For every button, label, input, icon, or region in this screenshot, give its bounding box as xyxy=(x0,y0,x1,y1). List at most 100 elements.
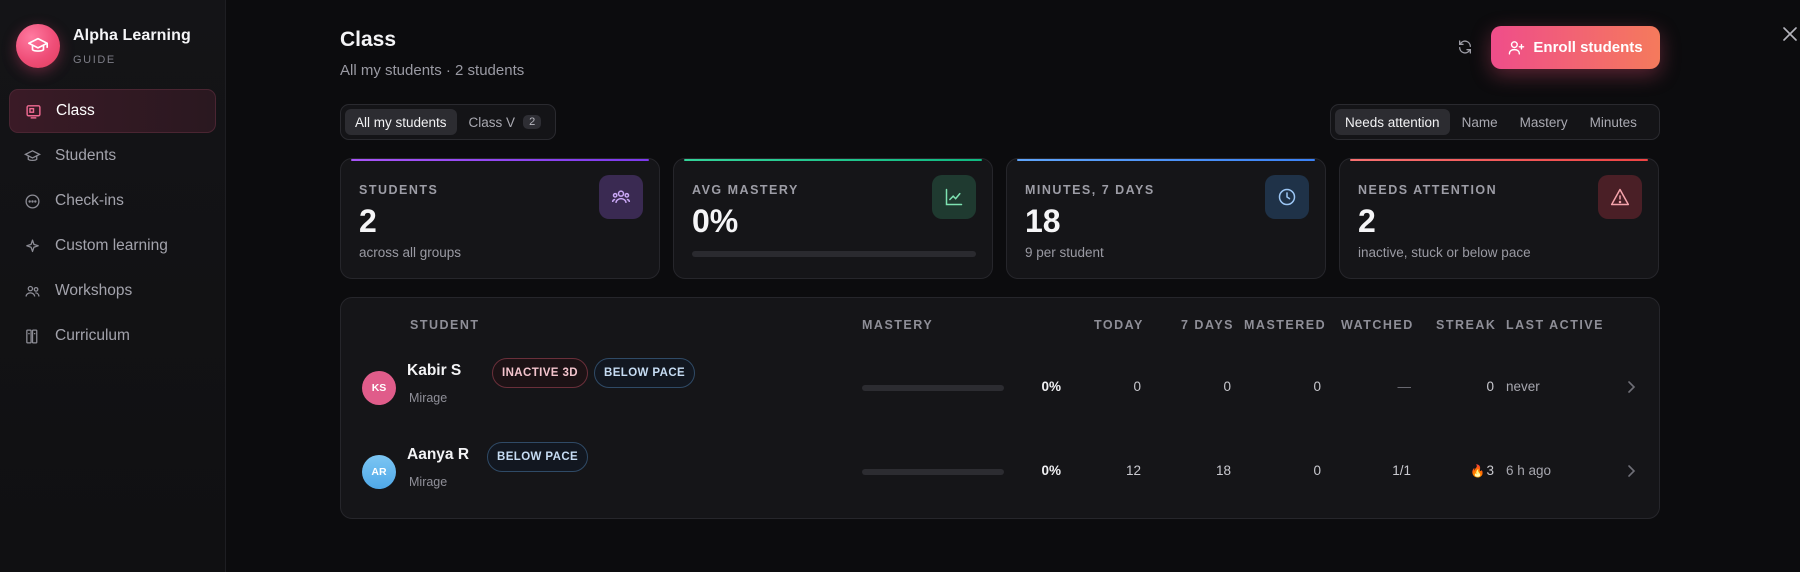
class-icon xyxy=(24,102,42,120)
stat-card-needs-attention: NEEDS ATTENTION 2 inactive, stuck or bel… xyxy=(1339,158,1659,279)
column-header-mastered[interactable]: MASTERED xyxy=(1244,318,1326,332)
mastery-bar xyxy=(862,385,1004,391)
status-badge-below-pace: BELOW PACE xyxy=(487,442,589,472)
tab-label: Class V xyxy=(468,114,516,130)
column-header-streak[interactable]: STREAK xyxy=(1436,318,1496,332)
last-active-value: never xyxy=(1506,379,1540,394)
sort-minutes[interactable]: Minutes xyxy=(1580,109,1647,135)
card-label: MINUTES, 7 DAYS xyxy=(1025,183,1155,197)
sidebar-item-custom-learning[interactable]: Custom learning xyxy=(9,224,216,268)
mastery-bar xyxy=(862,469,1004,475)
graduation-cap-icon xyxy=(23,147,41,165)
card-accent xyxy=(1350,159,1648,161)
card-value: 18 xyxy=(1025,203,1061,239)
card-value: 2 xyxy=(359,203,377,239)
watched-value: — xyxy=(1397,379,1412,394)
mastery-value: 0% xyxy=(1041,379,1061,394)
card-accent xyxy=(351,159,649,161)
table-row[interactable]: AR Aanya R Mirage BELOW PACE 0% 12 18 0 … xyxy=(341,428,1659,512)
today-value: 0 xyxy=(1133,379,1141,394)
enroll-students-button[interactable]: Enroll students xyxy=(1491,26,1660,69)
card-accent xyxy=(684,159,982,161)
page-title: Class xyxy=(340,28,397,51)
chevron-right-icon xyxy=(1628,381,1636,393)
sidebar-item-students[interactable]: Students xyxy=(9,134,216,178)
brand-subtitle: GUIDE xyxy=(73,53,116,66)
table-row[interactable]: KS Kabir S Mirage INACTIVE 3D BELOW PACE… xyxy=(341,344,1659,428)
brand-name: Alpha Learning xyxy=(73,26,191,44)
streak-value: 0 xyxy=(1486,379,1494,394)
last-active-value: 6 h ago xyxy=(1506,463,1552,478)
sidebar-item-class[interactable]: Class xyxy=(9,89,216,133)
watched-value: 1/1 xyxy=(1392,463,1411,478)
sort-filter: Needs attention Name Mastery Minutes xyxy=(1330,104,1660,140)
stat-card-avg-mastery: AVG MASTERY 0% xyxy=(673,158,993,279)
mastered-value: 0 xyxy=(1313,463,1321,478)
chat-bubble-icon xyxy=(23,192,41,210)
flame-icon: 🔥 xyxy=(1470,464,1485,478)
warning-icon xyxy=(1598,175,1642,219)
column-header-watched[interactable]: WATCHED xyxy=(1341,318,1414,332)
app-root: Alpha Learning GUIDE Class Students Chec… xyxy=(0,0,1800,572)
stat-card-students: STUDENTS 2 across all groups xyxy=(340,158,660,279)
tab-label: All my students xyxy=(355,114,447,130)
card-label: NEEDS ATTENTION xyxy=(1358,183,1498,197)
sidebar-item-label: Curriculum xyxy=(55,327,130,344)
people-icon xyxy=(23,282,41,300)
7-days-value: 18 xyxy=(1215,463,1231,478)
student-name: Aanya R xyxy=(407,446,470,463)
trend-chart-icon xyxy=(932,175,976,219)
avatar: KS xyxy=(362,371,396,405)
card-note: inactive, stuck or below pace xyxy=(1358,245,1531,260)
main-content: Class All my students · 2 students Enrol… xyxy=(226,0,1800,572)
close-icon xyxy=(1783,27,1797,41)
refresh-button[interactable] xyxy=(1454,36,1476,58)
card-accent xyxy=(1017,159,1315,161)
column-header-7-days[interactable]: 7 DAYS xyxy=(1181,318,1234,332)
tab-class-v[interactable]: Class V 2 xyxy=(459,109,552,135)
page-subtitle: All my students · 2 students xyxy=(340,62,525,79)
student-group: Mirage xyxy=(409,391,448,405)
stat-card-minutes: MINUTES, 7 DAYS 18 9 per student xyxy=(1006,158,1326,279)
sidebar-item-check-ins[interactable]: Check-ins xyxy=(9,179,216,223)
sidebar: Alpha Learning GUIDE Class Students Chec… xyxy=(0,0,226,572)
mastered-value: 0 xyxy=(1313,379,1321,394)
close-button[interactable] xyxy=(1780,24,1800,44)
today-value: 12 xyxy=(1125,463,1141,478)
add-user-icon xyxy=(1509,41,1525,55)
card-label: AVG MASTERY xyxy=(692,183,799,197)
status-badge-below-pace: BELOW PACE xyxy=(594,358,696,388)
sparkle-icon xyxy=(23,237,41,255)
sidebar-item-workshops[interactable]: Workshops xyxy=(9,269,216,313)
card-note: across all groups xyxy=(359,245,462,260)
7-days-value: 0 xyxy=(1223,379,1231,394)
streak-value: 3 xyxy=(1486,463,1494,478)
avatar: AR xyxy=(362,455,396,489)
group-filter: All my students Class V 2 xyxy=(340,104,557,140)
mastery-value: 0% xyxy=(1041,463,1061,478)
student-name: Kabir S xyxy=(407,362,462,379)
sidebar-item-label: Custom learning xyxy=(55,237,168,254)
column-header-student[interactable]: STUDENT xyxy=(410,318,480,332)
student-group: Mirage xyxy=(409,475,448,489)
sidebar-item-label: Check-ins xyxy=(55,192,124,209)
sidebar-item-curriculum[interactable]: Curriculum xyxy=(9,314,216,358)
column-header-today[interactable]: TODAY xyxy=(1094,318,1144,332)
card-value: 2 xyxy=(1358,203,1376,239)
mastery-progress-bar xyxy=(692,251,976,257)
card-value: 0% xyxy=(692,203,739,239)
card-note: 9 per student xyxy=(1025,245,1104,260)
column-header-last-active[interactable]: LAST ACTIVE xyxy=(1506,318,1604,332)
sidebar-item-label: Students xyxy=(55,147,117,164)
sort-mastery[interactable]: Mastery xyxy=(1510,109,1578,135)
group-icon xyxy=(599,175,643,219)
graduation-cap-logo-icon xyxy=(16,24,60,68)
tab-all-my-students[interactable]: All my students xyxy=(345,109,457,135)
sort-name[interactable]: Name xyxy=(1452,109,1508,135)
clock-icon xyxy=(1265,175,1309,219)
sidebar-item-label: Workshops xyxy=(55,282,133,299)
sidebar-item-label: Class xyxy=(56,102,95,119)
enroll-students-label: Enroll students xyxy=(1533,39,1643,56)
sort-needs-attention[interactable]: Needs attention xyxy=(1335,109,1450,135)
column-header-mastery[interactable]: MASTERY xyxy=(862,318,933,332)
